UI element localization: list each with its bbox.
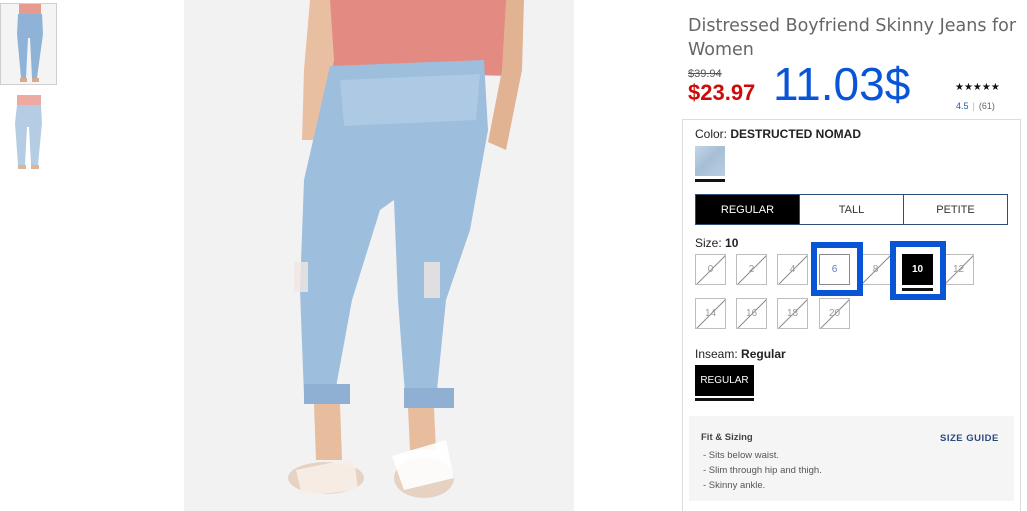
fit-tabs: REGULAR TALL PETITE xyxy=(695,194,1008,225)
size-option-label: 16 xyxy=(745,308,758,319)
tab-tall[interactable]: TALL xyxy=(799,195,903,224)
size-option-10[interactable]: 10 xyxy=(902,254,933,285)
rating-divider: | xyxy=(972,101,975,111)
size-option-label: 12 xyxy=(952,264,965,275)
review-count: (61) xyxy=(978,101,995,111)
fit-sizing-list: - Sits below waist. - Slim through hip a… xyxy=(703,448,822,493)
original-price: $39.94 xyxy=(688,68,722,80)
size-selected-indicator xyxy=(902,288,933,291)
thumbnail-2[interactable] xyxy=(0,93,57,171)
thumbnail-2-image xyxy=(0,93,57,171)
size-option-label: 8 xyxy=(872,264,879,275)
fit-sizing-title: Fit & Sizing xyxy=(701,432,753,443)
thumbnail-1-image xyxy=(1,4,56,84)
size-option-0[interactable]: 0 xyxy=(695,254,726,285)
size-option-4[interactable]: 4 xyxy=(777,254,808,285)
inseam-regular-button[interactable]: REGULAR xyxy=(695,365,754,396)
rating-stars[interactable]: ★★★★★ xyxy=(955,82,1000,93)
inseam-label: Inseam: Regular xyxy=(695,347,786,361)
color-value: DESTRUCTED NOMAD xyxy=(730,127,862,141)
size-option-label: 14 xyxy=(704,308,717,319)
fit-bullet: - Skinny ankle. xyxy=(703,480,766,491)
size-option-8[interactable]: 8 xyxy=(860,254,891,285)
color-label-text: Color: xyxy=(695,127,731,141)
product-photo xyxy=(184,0,574,511)
tab-petite[interactable]: PETITE xyxy=(903,195,1007,224)
size-option-label: 2 xyxy=(748,264,755,275)
thumbnail-1[interactable] xyxy=(0,3,57,85)
price-annotation: 11.03$ xyxy=(773,58,911,110)
fit-bullet: - Slim through hip and thigh. xyxy=(703,465,822,476)
tab-regular[interactable]: REGULAR xyxy=(696,195,799,224)
size-option-label: 20 xyxy=(828,308,841,319)
inseam-label-text: Inseam: xyxy=(695,347,742,361)
size-option-12[interactable]: 12 xyxy=(943,254,974,285)
rating-value: 4.5 xyxy=(956,101,969,111)
fit-bullet: - Sits below waist. xyxy=(703,450,780,461)
size-option-2[interactable]: 2 xyxy=(736,254,767,285)
inseam-value: Regular xyxy=(741,347,786,361)
size-option-16[interactable]: 16 xyxy=(736,298,767,329)
size-option-18[interactable]: 18 xyxy=(777,298,808,329)
color-label: Color: DESTRUCTED NOMAD xyxy=(695,127,861,141)
size-option-label: 6 xyxy=(831,264,838,275)
product-image xyxy=(184,0,574,511)
size-option-20[interactable]: 20 xyxy=(819,298,850,329)
swatch-selected-indicator xyxy=(695,179,725,182)
size-option-label: 18 xyxy=(786,308,799,319)
size-guide-link[interactable]: SIZE GUIDE xyxy=(940,433,999,444)
size-value: 10 xyxy=(725,236,739,250)
size-option-label: 0 xyxy=(707,264,714,275)
size-label: Size: 10 xyxy=(695,236,738,250)
inseam-selected-indicator xyxy=(695,398,754,401)
size-option-14[interactable]: 14 xyxy=(695,298,726,329)
color-swatch[interactable] xyxy=(695,146,725,176)
size-label-text: Size: xyxy=(695,236,726,250)
size-option-6[interactable]: 6 xyxy=(819,254,850,285)
size-option-label: 4 xyxy=(789,264,796,275)
product-title: Distressed Boyfriend Skinny Jeans for Wo… xyxy=(688,16,1017,60)
size-option-label: 10 xyxy=(911,264,924,275)
sale-price: $23.97 xyxy=(688,80,756,105)
rating-summary[interactable]: 4.5 | (61) xyxy=(956,101,995,111)
